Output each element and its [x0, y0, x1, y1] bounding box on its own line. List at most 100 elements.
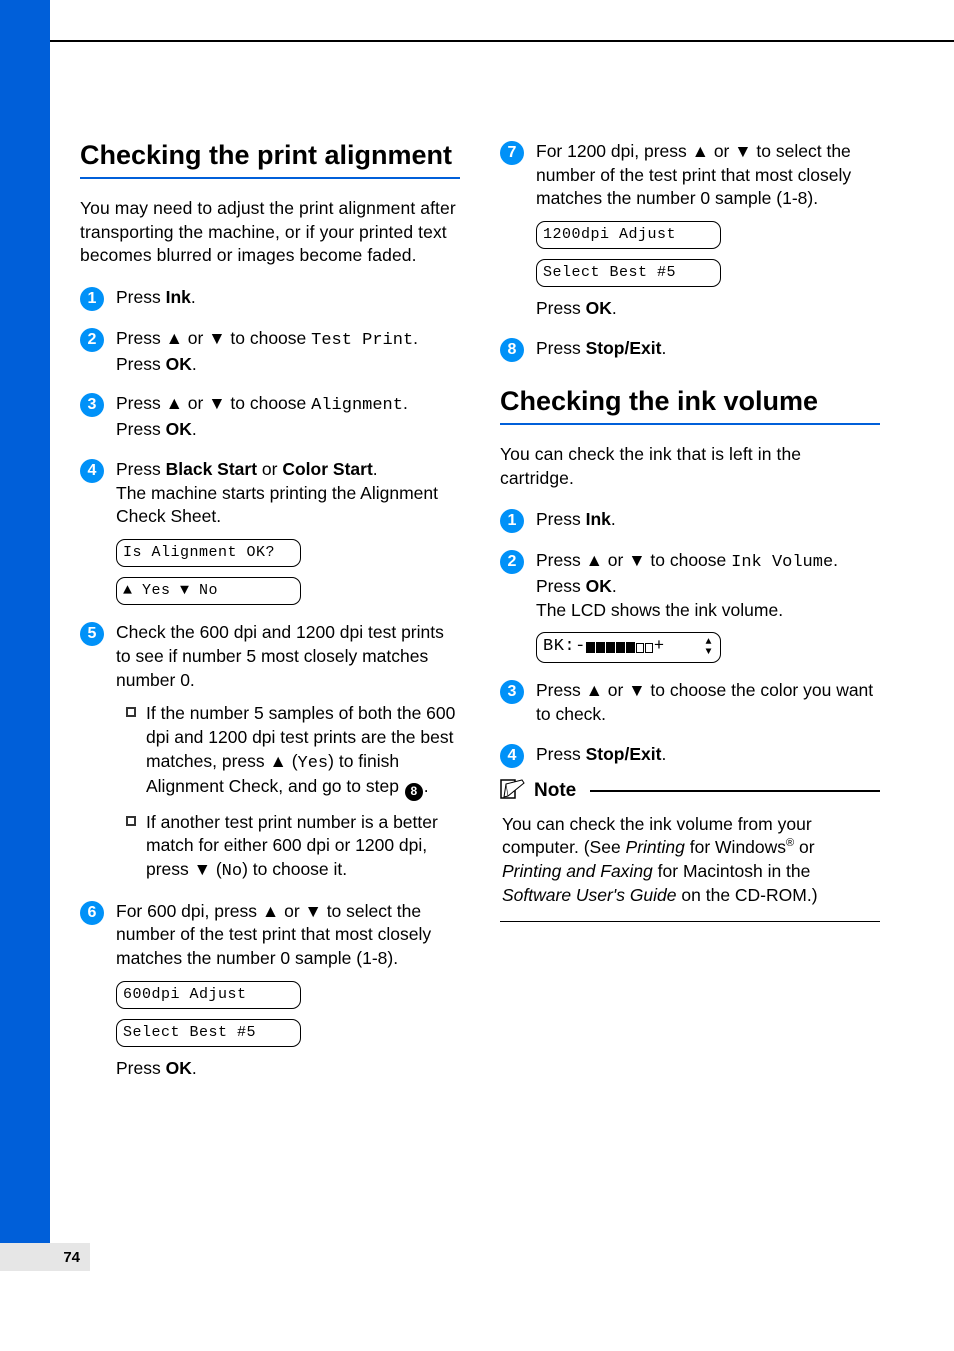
lcd-prefix: BK:- — [543, 636, 586, 659]
step2-l2-post: . — [192, 354, 197, 374]
v2-l2-b: OK — [586, 576, 612, 596]
lcd-1200dpi: 1200dpi Adjust — [536, 221, 721, 249]
step4-mid: or — [257, 459, 282, 479]
step5-l1: Check the 600 dpi and 1200 dpi test prin… — [116, 622, 444, 689]
vstep-badge-4: 4 — [500, 744, 524, 768]
note-title: Note — [534, 780, 576, 802]
ink-bar-filled — [616, 642, 625, 653]
page-number: 74 — [0, 1243, 90, 1271]
lcd-suffix: + — [654, 636, 665, 659]
lcd-alignment-ok: Is Alignment OK? — [116, 539, 301, 567]
left-column: Checking the print alignment You may nee… — [80, 140, 460, 1081]
s5b1-post: . — [424, 776, 429, 796]
s8-b: Stop/Exit — [586, 338, 662, 358]
lcd-yes-no: ▲ Yes ▼ No — [116, 577, 301, 605]
s6-ok-b: OK — [166, 1058, 192, 1078]
ink-bar-empty — [636, 643, 644, 653]
s7-ok-pre: Press — [536, 298, 586, 318]
note-i3: Software User's Guide — [502, 885, 677, 905]
step-6: 6 For 600 dpi, press ▲ or ▼ to select th… — [80, 900, 460, 1081]
square-bullet-icon — [126, 816, 136, 826]
step-badge-5: 5 — [80, 622, 104, 646]
v2-mono: Ink Volume — [731, 553, 833, 572]
square-bullet-icon — [126, 707, 136, 717]
step-5: 5 Check the 600 dpi and 1200 dpi test pr… — [80, 621, 460, 883]
step-badge-6: 6 — [80, 901, 104, 925]
v4-pre: Press — [536, 744, 586, 764]
step3-l2-b: OK — [166, 419, 192, 439]
note-i1: Printing — [626, 837, 685, 857]
note-mid1: for Windows — [685, 837, 786, 857]
step1-post: . — [191, 287, 196, 307]
v4-post: . — [661, 744, 666, 764]
intro-alignment: You may need to adjust the print alignme… — [80, 197, 460, 268]
ink-bar-filled — [606, 642, 615, 653]
note-end: on the CD-ROM.) — [677, 885, 818, 905]
step5-bullet-2: If another test print number is a better… — [116, 811, 460, 884]
heading-rule-2 — [500, 423, 880, 425]
top-rule — [50, 40, 954, 42]
step1-key: Ink — [166, 287, 191, 307]
step4-b1: Black Start — [166, 459, 257, 479]
step-3: 3 Press ▲ or ▼ to choose Alignment. Pres… — [80, 392, 460, 442]
s7-ok-post: . — [612, 298, 617, 318]
ink-bar-filled — [596, 642, 605, 653]
v3-text: Press ▲ or ▼ to choose the color you wan… — [536, 680, 873, 724]
step-2: 2 Press ▲ or ▼ to choose Test Print. Pre… — [80, 327, 460, 377]
step3-l2-post: . — [192, 419, 197, 439]
step-badge-2: 2 — [80, 328, 104, 352]
step-7: 7 For 1200 dpi, press ▲ or ▼ to select t… — [500, 140, 880, 321]
vstep-2: 2 Press ▲ or ▼ to choose Ink Volume. Pre… — [500, 549, 880, 663]
v2-l3: The LCD shows the ink volume. — [536, 600, 783, 620]
v2-pre: Press ▲ or ▼ to choose — [536, 550, 731, 570]
step2-post: . — [413, 328, 418, 348]
step3-post: . — [403, 393, 408, 413]
v1-pre: Press — [536, 509, 586, 529]
s7-ok-b: OK — [586, 298, 612, 318]
vstep-4: 4 Press Stop/Exit. — [500, 743, 880, 768]
step2-l2-pre: Press — [116, 354, 166, 374]
step-badge-7: 7 — [500, 141, 524, 165]
s8-post: . — [661, 338, 666, 358]
vstep-badge-1: 1 — [500, 509, 524, 533]
heading-ink-volume: Checking the ink volume — [500, 386, 880, 417]
s5b1-mono: Yes — [298, 754, 329, 773]
blue-sidebar — [0, 0, 50, 1255]
step7-l1: For 1200 dpi, press ▲ or ▼ to select the… — [536, 141, 851, 208]
step3-mono: Alignment — [311, 396, 403, 415]
step-badge-3: 3 — [80, 393, 104, 417]
step-1: 1 Press Ink. — [80, 286, 460, 311]
lcd-600dpi: 600dpi Adjust — [116, 981, 301, 1009]
step5-bullet-1: If the number 5 samples of both the 600 … — [116, 702, 460, 800]
step4-l2: The machine starts printing the Alignmen… — [116, 483, 438, 527]
note-mid2: or — [794, 837, 814, 857]
step-8: 8 Press Stop/Exit. — [500, 337, 880, 362]
vstep-1: 1 Press Ink. — [500, 508, 880, 533]
ink-bar-filled — [626, 642, 635, 653]
ink-bar-filled — [586, 642, 595, 653]
v2-post: . — [833, 550, 838, 570]
step6-l1: For 600 dpi, press ▲ or ▼ to select the … — [116, 901, 431, 968]
step2-mono: Test Print — [311, 331, 413, 350]
vstep-3: 3 Press ▲ or ▼ to choose the color you w… — [500, 679, 880, 726]
step3-pre: Press ▲ or ▼ to choose — [116, 393, 311, 413]
v2-l2-pre: Press — [536, 576, 586, 596]
updown-icon: ▲▼ — [705, 638, 712, 658]
vstep-badge-2: 2 — [500, 550, 524, 574]
v4-b: Stop/Exit — [586, 744, 662, 764]
lcd-select-best-5: Select Best #5 — [116, 1019, 301, 1047]
step4-pre: Press — [116, 459, 166, 479]
v1-b: Ink — [586, 509, 611, 529]
note-sup: ® — [786, 837, 794, 849]
s8-pre: Press — [536, 338, 586, 358]
note-icon — [500, 778, 526, 805]
s5b2-post: ) to choose it. — [242, 859, 347, 879]
step1-pre: Press — [116, 287, 166, 307]
s6-ok-post: . — [192, 1058, 197, 1078]
ink-bar-empty — [645, 643, 653, 653]
step-ref-badge-8: 8 — [405, 783, 423, 801]
note-header: Note — [500, 778, 880, 805]
s6-ok-pre: Press — [116, 1058, 166, 1078]
lcd-select-best-5-b: Select Best #5 — [536, 259, 721, 287]
right-column: 7 For 1200 dpi, press ▲ or ▼ to select t… — [500, 140, 880, 1081]
